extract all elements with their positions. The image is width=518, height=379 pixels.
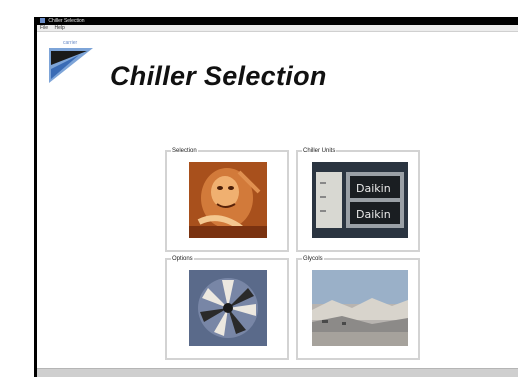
glycols-image [312,270,408,346]
tile-label-glycols: Glycols [302,256,324,262]
status-bar [37,368,518,377]
menu-bar: File Help [37,25,518,32]
options-image [189,270,267,346]
logo-graphic [49,39,93,83]
menu-item-help[interactable]: Help [54,25,64,31]
window-title: Chiller Selection [48,18,85,24]
tile-label-selection: Selection [171,148,198,154]
tile-label-chiller-units: Chiller Units [302,148,337,154]
company-logo: carrier [49,39,103,89]
chiller-panel-label-bottom: Daikin [356,208,391,221]
logo-text: carrier [63,40,78,46]
main-content: carrier Chiller Selection Selection Chil… [37,33,518,369]
app-icon [40,18,45,24]
chiller-units-image: Daikin Daikin [312,162,408,238]
chiller-panel-label-top: Daikin [356,182,391,195]
app-window: Chiller Selection File Help carrier Chil… [34,17,518,377]
tile-glycols[interactable]: Glycols [296,256,420,360]
selection-image [189,162,267,238]
tile-label-options: Options [171,256,194,262]
tile-chiller-units[interactable]: Chiller Units Daikin Daikin [296,148,420,252]
page-title: Chiller Selection [110,61,327,91]
tile-options[interactable]: Options [165,256,289,360]
tile-selection[interactable]: Selection [165,148,289,252]
title-bar[interactable]: Chiller Selection [37,17,518,25]
menu-item-file[interactable]: File [40,25,48,31]
